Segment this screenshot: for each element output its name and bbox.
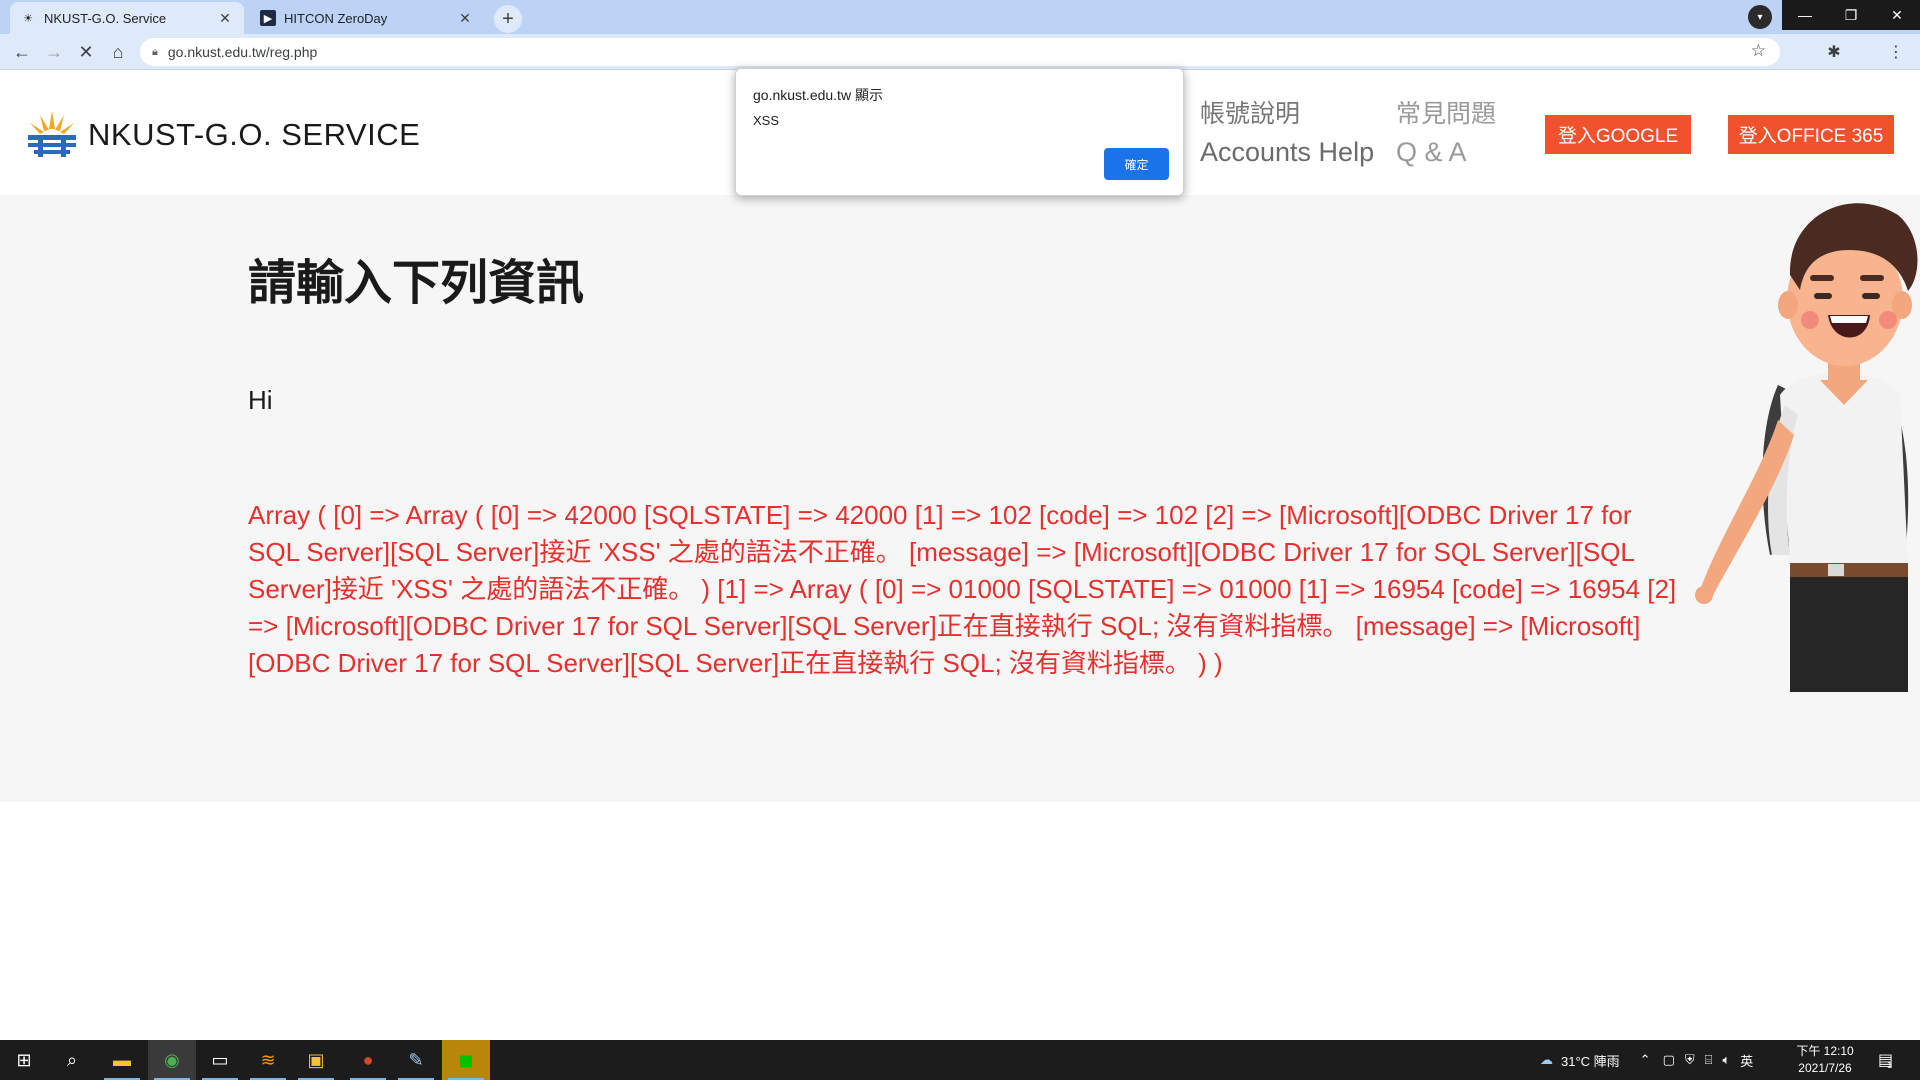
alert-message: XSS xyxy=(753,113,780,128)
tab-nkust[interactable]: ☀ NKUST-G.O. Service ✕ xyxy=(10,2,244,34)
notification-center-icon[interactable]: ▤ 1 xyxy=(1878,1040,1893,1080)
notification-count: 1 xyxy=(1887,1060,1893,1070)
site-brand[interactable]: NKUST-G.O. SERVICE xyxy=(88,117,420,153)
kebab-menu-icon[interactable]: ⋮ xyxy=(1886,40,1906,64)
chrome-icon[interactable]: ◉ xyxy=(148,1040,196,1080)
tab-title: HITCON ZeroDay xyxy=(284,10,388,26)
weather-text[interactable]: 31°C 陣雨 xyxy=(1561,1051,1620,1070)
paint-icon[interactable]: ✎ xyxy=(392,1040,440,1080)
profile-icon[interactable]: ▾ xyxy=(1748,5,1772,29)
terminal-icon[interactable]: ▭ xyxy=(196,1040,244,1080)
sql-error-message: Array ( [0] => Array ( [0] => 42000 [SQL… xyxy=(248,500,1677,678)
tab-title: NKUST-G.O. Service xyxy=(44,10,167,26)
nav-qa[interactable]: 常見問題 Q & A xyxy=(1396,95,1496,171)
alert-dialog: go.nkust.edu.tw 顯示 XSS 確定 xyxy=(735,68,1184,196)
new-tab-button[interactable]: + xyxy=(494,5,522,33)
cartoon-student-illustration xyxy=(1695,203,1918,692)
nav-accounts-help-zh: 帳號說明 xyxy=(1200,100,1301,128)
alert-ok-button[interactable]: 確定 xyxy=(1104,148,1169,180)
remote-desktop-icon[interactable]: ▣ xyxy=(292,1040,340,1080)
close-window-button[interactable]: ✕ xyxy=(1874,0,1920,30)
hitcon-favicon-icon: ▶ xyxy=(260,10,276,26)
home-icon[interactable]: ⌂ xyxy=(106,40,130,64)
chevron-up-icon[interactable]: ⌃ xyxy=(1640,1052,1651,1068)
file-explorer-icon[interactable]: ▬ xyxy=(98,1040,146,1080)
close-tab-icon[interactable]: ✕ xyxy=(456,9,474,27)
window-controls: — ❐ ✕ xyxy=(1782,0,1920,30)
line-icon[interactable]: ◼ xyxy=(442,1040,490,1080)
alert-origin: go.nkust.edu.tw 顯示 xyxy=(753,87,883,103)
page-title: 請輸入下列資訊 xyxy=(248,257,585,310)
clock-time: 下午 12:10 xyxy=(1796,1044,1854,1058)
clock[interactable]: 下午 12:10 2021/7/26 xyxy=(1795,1043,1855,1077)
sublime-text-icon[interactable]: ≋ xyxy=(244,1040,292,1080)
ime-indicator[interactable]: 英 xyxy=(1740,1051,1753,1070)
windows-start-icon[interactable]: ⊞ xyxy=(0,1040,48,1080)
device-icon[interactable]: ▢ xyxy=(1663,1052,1675,1068)
tab-hitcon[interactable]: ▶ HITCON ZeroDay ✕ xyxy=(250,2,484,34)
windows-taskbar: ⊞ ⌕ ▬ ◉ ▭ ≋ ▣ ● ✎ ◼ ☁ 31°C 陣雨 ⌃ ▢ ⛨ ⌸ 🔈︎… xyxy=(0,1040,1920,1080)
clock-date: 2021/7/26 xyxy=(1798,1061,1852,1075)
nkust-logo xyxy=(28,111,76,157)
login-office-button[interactable]: 登入OFFICE 365 xyxy=(1728,115,1894,154)
puzzle-icon[interactable]: ✱ xyxy=(1822,40,1846,64)
restore-button[interactable]: ❐ xyxy=(1828,0,1874,30)
greeting-text: Hi xyxy=(248,385,273,415)
shield-icon[interactable]: ⛨ xyxy=(1685,1052,1695,1068)
nav-qa-en: Q & A xyxy=(1396,137,1467,167)
main-content: 請輸入下列資訊 Hi Array ( [0] => Array ( [0] =>… xyxy=(0,195,1920,802)
arrow-right-icon[interactable]: → xyxy=(42,40,66,64)
tab-strip: ☀ NKUST-G.O. Service ✕ ▶ HITCON ZeroDay … xyxy=(0,0,1920,34)
browser-toolbar: ← → ✕ ⌂ 🔒︎ go.nkust.edu.tw/reg.php ☆ xyxy=(0,34,1920,70)
network-icon[interactable]: ⌸ xyxy=(1705,1052,1713,1068)
star-icon[interactable]: ☆ xyxy=(1751,41,1766,61)
nav-qa-zh: 常見問題 xyxy=(1396,100,1497,128)
volume-icon[interactable]: 🔈︎ xyxy=(1722,1052,1730,1068)
search-icon[interactable]: ⌕ xyxy=(48,1040,96,1080)
login-google-button[interactable]: 登入GOOGLE xyxy=(1545,115,1691,154)
close-tab-icon[interactable]: ✕ xyxy=(216,9,234,27)
nkust-favicon-icon: ☀ xyxy=(23,12,33,25)
powerpoint-icon[interactable]: ● xyxy=(344,1040,392,1080)
url-text: go.nkust.edu.tw/reg.php xyxy=(167,44,318,60)
stop-loading-icon[interactable]: ✕ xyxy=(74,40,98,64)
nav-accounts-help[interactable]: 帳號說明 Accounts Help xyxy=(1200,95,1374,171)
minimize-button[interactable]: — xyxy=(1782,0,1828,30)
weather-icon[interactable]: ☁ xyxy=(1540,1052,1553,1068)
nav-accounts-help-en: Accounts Help xyxy=(1200,137,1375,167)
lock-icon: 🔒︎ xyxy=(152,45,158,58)
arrow-left-icon[interactable]: ← xyxy=(10,40,34,64)
system-tray: ☁ 31°C 陣雨 ⌃ ▢ ⛨ ⌸ 🔈︎ 英 xyxy=(1540,1040,1753,1080)
address-bar[interactable]: 🔒︎ go.nkust.edu.tw/reg.php ☆ xyxy=(140,38,1780,66)
